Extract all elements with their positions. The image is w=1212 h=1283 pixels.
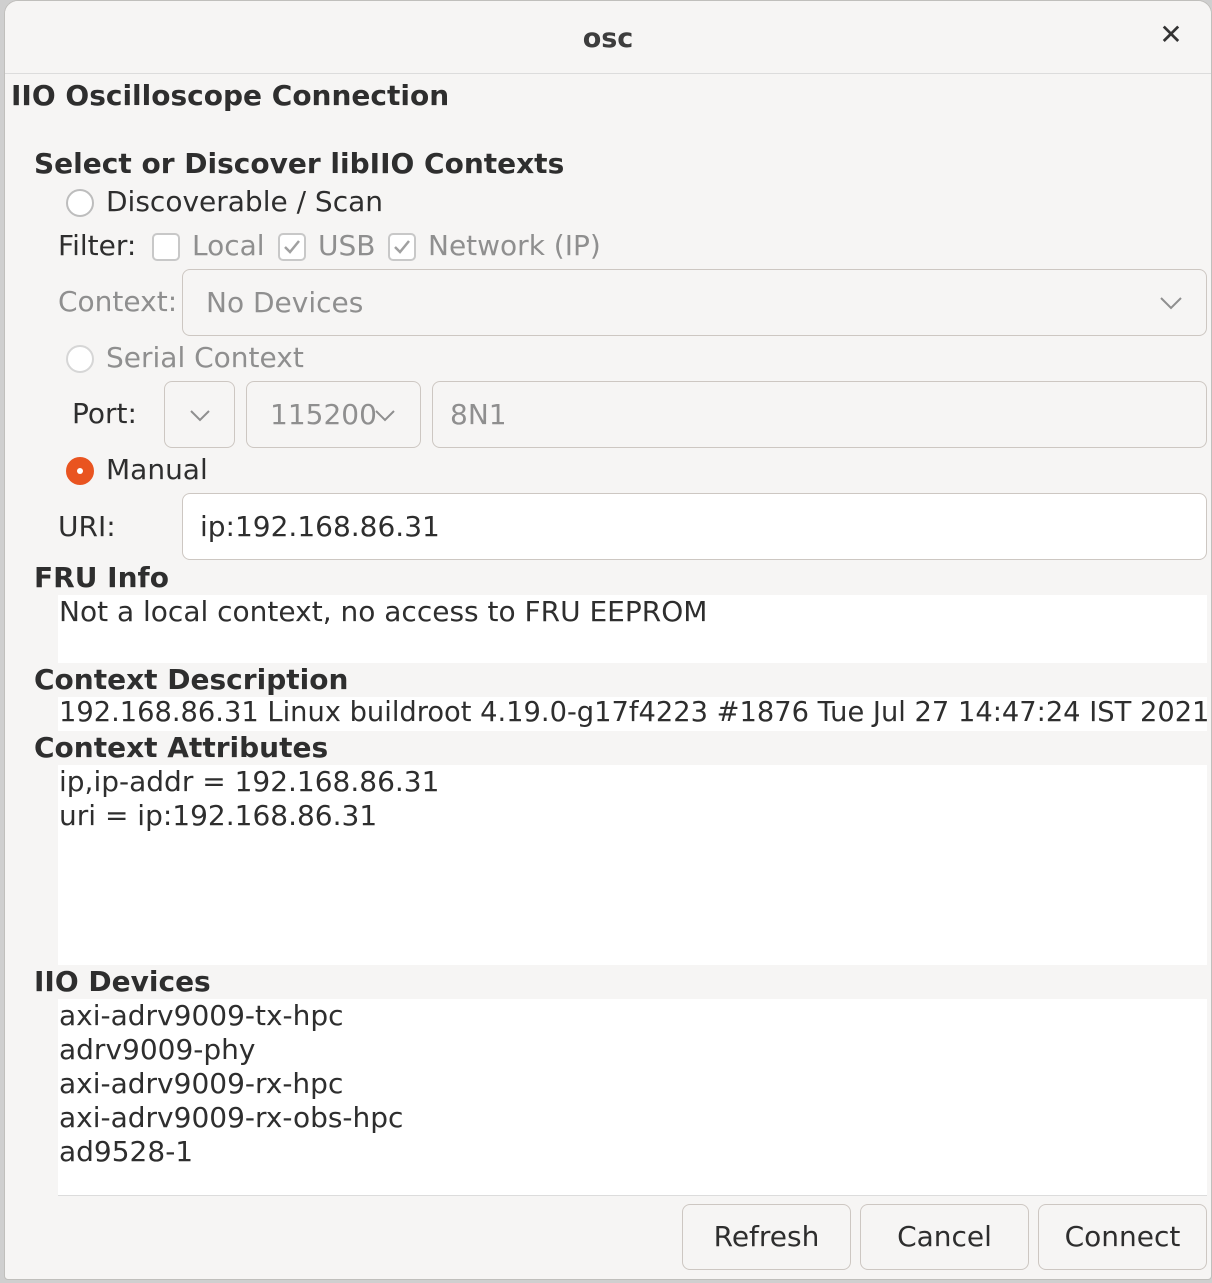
chevron-down-icon xyxy=(1160,297,1182,310)
list-item: axi-adrv9009-rx-obs-hpc xyxy=(59,1101,404,1134)
port-dropdown[interactable] xyxy=(164,381,235,448)
filter-usb-label[interactable]: USB xyxy=(318,229,375,262)
context-attributes-title: Context Attributes xyxy=(34,731,329,764)
context-description-text: 192.168.86.31 Linux buildroot 4.19.0-g17… xyxy=(59,697,1212,728)
chevron-down-icon xyxy=(190,410,210,422)
port-label: Port: xyxy=(72,397,137,430)
serial-context-label[interactable]: Serial Context xyxy=(106,341,304,374)
manual-radio[interactable] xyxy=(66,457,94,485)
fru-info-text: Not a local context, no access to FRU EE… xyxy=(59,595,708,628)
check-icon xyxy=(394,240,410,254)
fru-info-panel: Not a local context, no access to FRU EE… xyxy=(58,595,1207,663)
uri-input[interactable]: ip:192.168.86.31 xyxy=(182,493,1207,560)
context-dropdown-value: No Devices xyxy=(206,286,364,319)
refresh-button[interactable]: Refresh xyxy=(682,1204,851,1270)
check-icon xyxy=(284,240,300,254)
divider xyxy=(58,1195,1207,1196)
osc-dialog: osc ✕ IIO Oscilloscope Connection Select… xyxy=(4,0,1212,1280)
context-label: Context: xyxy=(58,285,178,318)
context-dropdown[interactable]: No Devices xyxy=(182,269,1207,336)
title-bar: osc ✕ xyxy=(5,1,1211,74)
iio-devices-panel: axi-adrv9009-tx-hpc adrv9009-phy axi-adr… xyxy=(58,999,1207,1195)
context-attributes-panel: ip,ip-addr = 192.168.86.31 uri = ip:192.… xyxy=(58,765,1207,965)
list-item: adrv9009-phy xyxy=(59,1033,256,1066)
close-icon[interactable]: ✕ xyxy=(1153,17,1189,53)
filter-usb-checkbox[interactable] xyxy=(278,233,306,261)
connect-button[interactable]: Connect xyxy=(1038,1204,1207,1270)
list-item: axi-adrv9009-rx-hpc xyxy=(59,1067,344,1100)
filter-local-label[interactable]: Local xyxy=(192,229,265,262)
serial-context-radio[interactable] xyxy=(66,345,94,373)
fru-info-title: FRU Info xyxy=(34,561,169,594)
dialog-heading: IIO Oscilloscope Connection xyxy=(11,79,450,112)
list-item: ip,ip-addr = 192.168.86.31 xyxy=(59,765,440,798)
list-item: uri = ip:192.168.86.31 xyxy=(59,799,378,832)
manual-label[interactable]: Manual xyxy=(106,453,208,486)
serial-config-field[interactable]: 8N1 xyxy=(432,381,1207,448)
uri-input-value: ip:192.168.86.31 xyxy=(200,510,440,543)
list-item: ad9528-1 xyxy=(59,1135,194,1168)
uri-label: URI: xyxy=(58,510,116,543)
serial-config-value: 8N1 xyxy=(450,398,507,431)
discoverable-radio[interactable] xyxy=(66,189,94,217)
baud-rate-dropdown[interactable]: 115200 xyxy=(246,381,421,448)
filter-label: Filter: xyxy=(58,229,137,262)
cancel-button[interactable]: Cancel xyxy=(860,1204,1029,1270)
context-description-title: Context Description xyxy=(34,663,349,696)
discoverable-label[interactable]: Discoverable / Scan xyxy=(106,185,383,218)
chevron-down-icon xyxy=(375,410,395,422)
baud-rate-value: 115200 xyxy=(270,398,377,431)
filter-network-label[interactable]: Network (IP) xyxy=(428,229,601,262)
window-title: osc xyxy=(582,23,634,54)
iio-devices-title: IIO Devices xyxy=(34,965,211,998)
context-description-panel: 192.168.86.31 Linux buildroot 4.19.0-g17… xyxy=(58,697,1211,731)
filter-local-checkbox[interactable] xyxy=(152,233,180,261)
list-item: axi-adrv9009-tx-hpc xyxy=(59,999,344,1032)
filter-network-checkbox[interactable] xyxy=(388,233,416,261)
select-section-title: Select or Discover libIIO Contexts xyxy=(34,147,565,180)
